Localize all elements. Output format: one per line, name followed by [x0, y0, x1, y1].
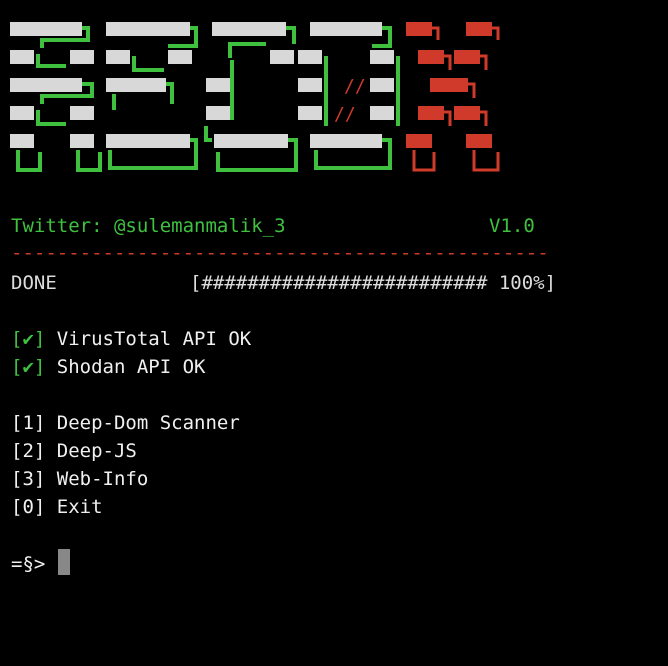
version-label: V1.0 [489, 215, 535, 237]
menu-key: [3] [11, 468, 46, 490]
terminal-window: // // Twitter: @sulemanmalik_3 V1.0 ----… [0, 0, 668, 666]
banner-letter-1 [10, 22, 102, 172]
progress-bar-text: [######################### 100%] [190, 272, 557, 294]
banner-letter-3 [204, 22, 298, 172]
menu-label: Exit [56, 496, 103, 518]
menu-key: [0] [11, 496, 46, 518]
check-label: Shodan API OK [56, 356, 206, 378]
ascii-banner-logo: // // [10, 22, 500, 172]
divider-line: ----------------------------------------… [11, 242, 549, 264]
check-mark-icon: [✔] [11, 328, 46, 350]
menu-key: [1] [11, 412, 46, 434]
svg-text://: // [334, 104, 356, 125]
status-label: DONE [11, 272, 57, 294]
check-item-virustotal: [✔] VirusTotal API OK [11, 328, 251, 350]
menu-label: Deep-Dom Scanner [56, 412, 240, 434]
check-item-shodan: [✔] Shodan API OK [11, 356, 206, 378]
input-cursor[interactable] [58, 549, 70, 575]
menu-key: [2] [11, 440, 46, 462]
svg-text://: // [344, 76, 366, 97]
menu-label: Web-Info [56, 468, 149, 490]
menu-item-exit: [0] Exit [11, 496, 103, 518]
menu-item-deep-js: [2] Deep-JS [11, 440, 137, 462]
menu-item-deep-dom-scanner: [1] Deep-Dom Scanner [11, 412, 240, 434]
menu-label: Deep-JS [56, 440, 137, 462]
command-prompt: =§> [11, 553, 46, 575]
banner-letter-5 [406, 22, 500, 172]
menu-item-web-info: [3] Web-Info [11, 468, 148, 490]
banner-letter-2 [106, 22, 198, 170]
check-mark-icon: [✔] [11, 356, 46, 378]
banner-letter-4: // // [298, 22, 400, 170]
check-label: VirusTotal API OK [56, 328, 252, 350]
twitter-handle: Twitter: @sulemanmalik_3 [11, 215, 286, 237]
